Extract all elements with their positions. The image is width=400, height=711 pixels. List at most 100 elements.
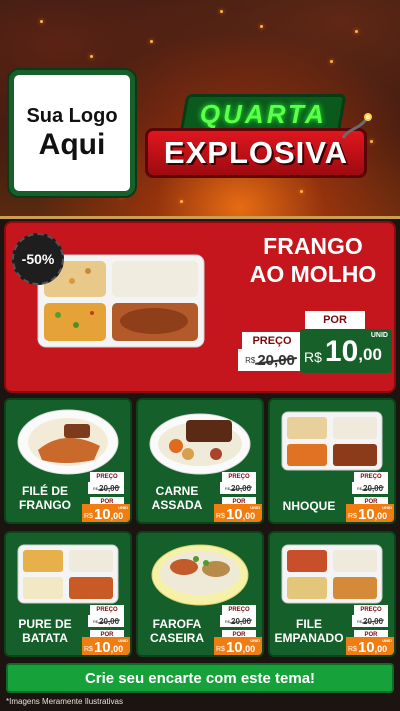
- featured-preco-label: PREÇO: [242, 332, 302, 350]
- new-price: R$ 10,00 UNID: [214, 504, 262, 523]
- featured-por-label: POR: [305, 311, 365, 329]
- old-price: R$ 20,00: [220, 482, 256, 494]
- preco-label: PREÇO: [222, 605, 256, 615]
- product-card-farofa-caseira: FAROFA CASEIRA PREÇO R$ 20,00 POR R$ 10,00…: [136, 531, 264, 657]
- featured-offer: -50% FRANGO AO MOLHO POR PREÇO R$ 20,00 …: [4, 221, 396, 393]
- unit-label: UNID: [118, 505, 128, 510]
- old-price: R$ 20,00: [220, 615, 256, 627]
- new-price: R$ 10,00 UNID: [214, 637, 262, 656]
- preco-label: PREÇO: [90, 472, 124, 482]
- old-price: R$ 20,00: [88, 482, 124, 494]
- product-name: PURE DE BATATA: [10, 617, 80, 646]
- featured-old-price: R$ 20,00: [238, 349, 302, 371]
- new-price: R$ 10,00 UNID: [346, 504, 394, 523]
- product-card-carne-assada: CARNE ASSADA PREÇO R$ 20,00 POR R$ 10,00 UN…: [136, 398, 264, 524]
- new-price: R$ 10,00 UNID: [82, 504, 130, 523]
- food-image: [151, 544, 249, 606]
- old-price: R$ 20,00: [352, 482, 388, 494]
- old-price-currency: R$: [245, 355, 256, 365]
- promo-title-top: QUARTA: [199, 98, 327, 129]
- promo-title-bottom: EXPLOSIVA: [163, 135, 349, 170]
- old-price-value: 20,00: [231, 616, 252, 626]
- logo-text-line2: Aqui: [38, 128, 106, 161]
- product-name: FILE EMPANADO: [274, 617, 344, 646]
- unit-label: UNID: [382, 505, 392, 510]
- food-image: [17, 409, 119, 475]
- disclaimer-text: *Imagens Meramente Ilustrativas: [6, 697, 123, 706]
- featured-new-price: R$ 10 ,00 UNID: [300, 329, 392, 373]
- old-price-value: 20,00: [99, 483, 120, 493]
- product-name-line2: BATATA: [22, 631, 68, 646]
- promo-title-badge: QUARTA EXPLOSIVA: [145, 92, 375, 192]
- food-image: [281, 544, 383, 604]
- old-price: R$ 20,00: [352, 615, 388, 627]
- unit-label: UNID: [118, 638, 128, 643]
- product-name: FAROFA CASEIRA: [142, 617, 212, 646]
- old-price-value: 20,00: [99, 616, 120, 626]
- product-card-file-empanado: FILE EMPANADO PREÇO R$ 20,00 POR R$ 10,00 U…: [268, 531, 396, 657]
- old-price: R$ 20,00: [88, 615, 124, 627]
- preco-label: PREÇO: [90, 605, 124, 615]
- new-price-integer: 10: [357, 506, 375, 523]
- new-price-integer: 10: [324, 335, 359, 368]
- new-price-currency: R$: [216, 646, 225, 653]
- new-price-decimal: ,00: [374, 644, 388, 654]
- preco-label: PREÇO: [354, 472, 388, 482]
- product-name-line2: NHOQUE: [282, 499, 336, 513]
- product-name: FILÉ DE FRANGO: [10, 484, 80, 513]
- featured-name-line2: AO MOLHO: [249, 260, 377, 287]
- logo-placeholder: Sua Logo Aqui: [9, 70, 135, 196]
- divider: [0, 216, 400, 219]
- create-flyer-button[interactable]: Crie seu encarte com este tema!: [6, 663, 394, 693]
- product-card-pure-de-batata: PURE DE BATATA PREÇO R$ 20,00 POR R$ 10,00…: [4, 531, 132, 657]
- unit-label: UNID: [250, 505, 260, 510]
- new-price-currency: R$: [216, 513, 225, 520]
- product-name: CARNE ASSADA: [142, 484, 212, 513]
- new-price-currency: R$: [348, 513, 357, 520]
- dynamite-fuse-icon: [341, 113, 372, 139]
- new-price-currency: R$: [84, 513, 93, 520]
- new-price-integer: 10: [93, 506, 111, 523]
- preco-label: PREÇO: [354, 605, 388, 615]
- header-banner: Sua Logo Aqui QUARTA EXPLOSIVA: [0, 0, 400, 218]
- food-image: [281, 411, 383, 471]
- preco-label: PREÇO: [222, 472, 256, 482]
- new-price-decimal: ,00: [110, 644, 124, 654]
- product-card-nhoque: NHOQUE PREÇO R$ 20,00 POR R$ 10,00 UNID: [268, 398, 396, 524]
- product-name-line1: FILE: [296, 617, 322, 631]
- old-price-value: 20,00: [363, 483, 384, 493]
- new-price-decimal: ,00: [374, 511, 388, 521]
- product-name-line2: ASSADA: [151, 498, 203, 513]
- new-price-decimal: ,00: [358, 345, 382, 364]
- product-name-line1: FAROFA: [152, 617, 202, 631]
- old-price-value: 20,00: [363, 616, 384, 626]
- unit-label: UNID: [250, 638, 260, 643]
- new-price-decimal: ,00: [242, 511, 256, 521]
- new-price-decimal: ,00: [110, 511, 124, 521]
- new-price-decimal: ,00: [242, 644, 256, 654]
- product-name-line1: CARNE: [155, 484, 199, 498]
- logo-text-line1: Sua Logo: [26, 105, 118, 127]
- discount-badge: -50%: [12, 233, 64, 285]
- explosiva-label-box: EXPLOSIVA: [145, 128, 367, 178]
- food-image: [17, 544, 119, 604]
- product-name-line2: CASEIRA: [149, 631, 204, 646]
- old-price-value: 20,00: [257, 351, 295, 369]
- new-price-integer: 10: [93, 639, 111, 656]
- new-price-integer: 10: [225, 506, 243, 523]
- new-price-integer: 10: [225, 639, 243, 656]
- new-price: R$ 10,00 UNID: [346, 637, 394, 656]
- product-name-line1: PURE DE: [18, 617, 72, 631]
- new-price-integer: 10: [357, 639, 375, 656]
- food-image: [149, 413, 251, 475]
- old-price-value: 20,00: [231, 483, 252, 493]
- product-name-line2: EMPANADO: [274, 631, 344, 646]
- new-price-currency: R$: [304, 349, 322, 365]
- product-name-line1: FILÉ DE: [21, 484, 68, 498]
- new-price-currency: R$: [84, 646, 93, 653]
- unit-label: UNID: [370, 332, 388, 339]
- product-card-file-de-frango: FILÉ DE FRANGO PREÇO R$ 20,00 POR R$ 10,00…: [4, 398, 132, 524]
- featured-name-line1: FRANGO: [263, 233, 363, 259]
- unit-label: UNID: [382, 638, 392, 643]
- featured-product-name: FRANGO AO MOLHO: [238, 233, 388, 288]
